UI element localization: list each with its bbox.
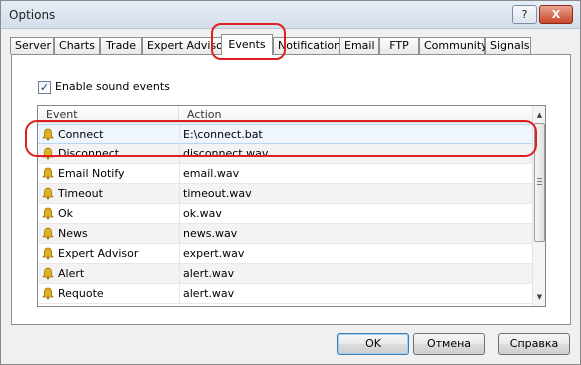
ok-button[interactable]: OK xyxy=(337,333,409,355)
scroll-up-icon[interactable]: ▲ xyxy=(533,108,545,122)
grip-line xyxy=(537,178,542,179)
event-action: timeout.wav xyxy=(179,184,532,203)
bell-icon xyxy=(42,207,54,220)
event-action: email.wav xyxy=(179,164,532,183)
events-list[interactable]: Event Action Connect E:\connect.bat Discon… xyxy=(37,105,546,307)
tab-trade[interactable]: Trade xyxy=(100,37,142,54)
scroll-thumb[interactable] xyxy=(534,123,545,242)
help-button[interactable]: Справка xyxy=(498,333,570,355)
table-row[interactable]: Ok ok.wav xyxy=(38,204,532,224)
table-row[interactable]: Disconnect disconnect.wav xyxy=(38,144,532,164)
title-bar[interactable]: Options ? X xyxy=(1,1,580,29)
event-action: alert.wav xyxy=(179,264,532,283)
column-header-action[interactable]: Action xyxy=(179,106,532,123)
help-title-button[interactable]: ? xyxy=(512,5,537,24)
enable-sound-checkbox[interactable]: ✓ xyxy=(38,81,51,94)
table-row[interactable]: Email Notify email.wav xyxy=(38,164,532,184)
event-name: Disconnect xyxy=(58,147,120,160)
table-row[interactable]: Requote alert.wav xyxy=(38,284,532,304)
event-name: News xyxy=(58,227,88,240)
options-dialog: Options ? X Server Charts Trade Expert A… xyxy=(0,0,581,365)
list-header: Event Action xyxy=(38,106,532,123)
grip-line xyxy=(537,181,542,182)
bell-icon xyxy=(42,167,54,180)
events-panel: ✓ Enable sound events Event Action Conne… xyxy=(11,54,571,325)
event-action: disconnect.wav xyxy=(179,144,532,163)
bell-icon xyxy=(42,147,54,160)
scroll-down-icon[interactable]: ▼ xyxy=(533,290,545,304)
tab-email[interactable]: Email xyxy=(339,37,379,54)
event-action: expert.wav xyxy=(179,244,532,263)
bell-icon xyxy=(42,247,54,260)
tab-community[interactable]: Community xyxy=(419,37,488,54)
vertical-scrollbar[interactable]: ▲ ▼ xyxy=(532,106,545,306)
enable-sound-label: Enable sound events xyxy=(55,80,170,93)
bell-icon xyxy=(42,227,54,240)
table-row[interactable]: Timeout timeout.wav xyxy=(38,184,532,204)
grip-line xyxy=(537,184,542,185)
tab-charts[interactable]: Charts xyxy=(54,37,100,54)
bell-icon xyxy=(42,187,54,200)
event-name: Ok xyxy=(58,207,74,220)
close-button[interactable]: X xyxy=(539,5,573,24)
event-name: Connect xyxy=(58,128,104,141)
window-title: Options xyxy=(9,8,56,22)
event-action: alert.wav xyxy=(179,284,532,303)
tab-ftp[interactable]: FTP xyxy=(379,37,419,54)
bell-icon xyxy=(42,267,54,280)
bell-icon xyxy=(42,128,54,141)
table-row[interactable]: News news.wav xyxy=(38,224,532,244)
cancel-button[interactable]: Отмена xyxy=(413,333,485,355)
table-row[interactable]: Expert Advisor expert.wav xyxy=(38,244,532,264)
event-action: E:\connect.bat xyxy=(179,125,532,144)
tab-server[interactable]: Server xyxy=(10,37,54,54)
bell-icon xyxy=(42,287,54,300)
event-action: news.wav xyxy=(179,224,532,243)
event-name: Timeout xyxy=(58,187,103,200)
tab-signals[interactable]: Signals xyxy=(485,37,531,54)
tab-notifications[interactable]: Notifications xyxy=(273,37,347,54)
event-name: Alert xyxy=(58,267,85,280)
table-row[interactable]: Connect E:\connect.bat xyxy=(38,124,532,144)
tab-events[interactable]: Events xyxy=(221,34,273,55)
event-name: Requote xyxy=(58,287,104,300)
tab-expert-advisors[interactable]: Expert Advisors xyxy=(142,37,233,54)
event-action: ok.wav xyxy=(179,204,532,223)
event-name: Expert Advisor xyxy=(58,247,139,260)
column-header-event[interactable]: Event xyxy=(38,106,179,123)
table-row[interactable]: Alert alert.wav xyxy=(38,264,532,284)
event-name: Email Notify xyxy=(58,167,125,180)
